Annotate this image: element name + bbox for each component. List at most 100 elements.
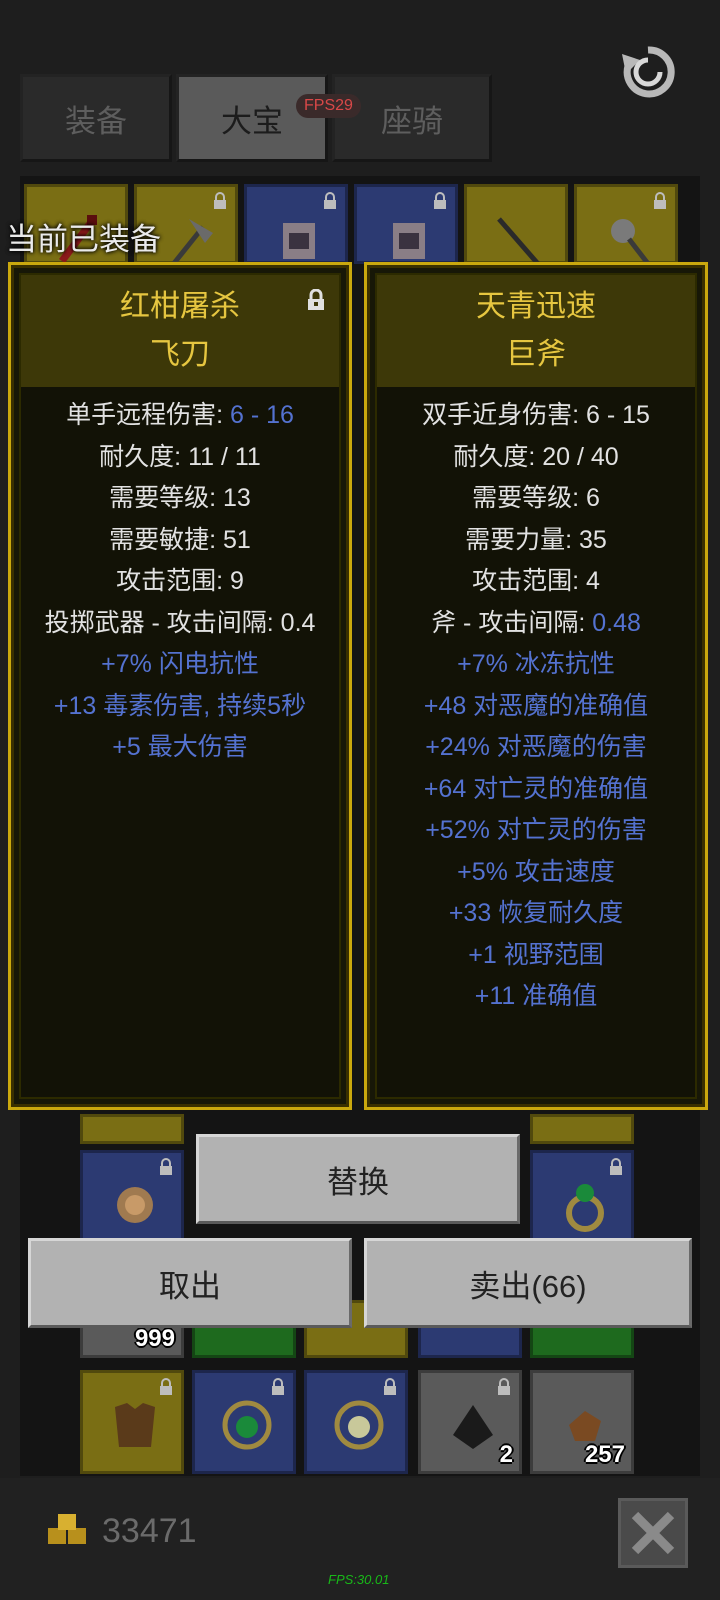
stat-line: 需要力量: 35 — [377, 520, 695, 562]
inventory-slot[interactable] — [192, 1370, 296, 1474]
gold-amount: 33471 — [102, 1512, 197, 1550]
stat-label: +7% 冰冻抗性 — [457, 650, 615, 678]
stat-line: 单手远程伤害: 6 - 16 — [21, 395, 339, 437]
inventory-slot[interactable] — [80, 1370, 184, 1474]
inventory-slot[interactable] — [304, 1370, 408, 1474]
stat-line: +33 恢复耐久度 — [377, 893, 695, 935]
lock-icon — [324, 192, 336, 209]
tab-equipment[interactable]: 装备 — [20, 74, 172, 162]
amulet-icon — [334, 1400, 384, 1450]
stat-line: 需要敏捷: 51 — [21, 520, 339, 562]
lock-icon[interactable] — [305, 289, 327, 311]
stat-label: 耐久度: 20 / 40 — [453, 442, 619, 471]
tooltip-body: 天青迅速 巨斧 双手近身伤害: 6 - 15 耐久度: 20 / 40 需要等级: … — [375, 273, 697, 1099]
inventory-slot[interactable] — [530, 1114, 634, 1144]
equipped-label: 当前已装备 — [6, 222, 161, 257]
stat-line: +1 视野范围 — [377, 935, 695, 977]
stat-label: 需要等级: 6 — [472, 484, 600, 512]
stat-label: 攻击范围: 9 — [116, 567, 244, 595]
take-out-button[interactable]: 取出 — [28, 1238, 352, 1328]
stat-line: +5 最大伤害 — [21, 727, 339, 769]
stat-line: +52% 对亡灵的伤害 — [377, 810, 695, 852]
stat-line: 耐久度: 20 / 40 — [377, 437, 695, 479]
lock-icon — [434, 192, 446, 209]
stat-label: 需要敏捷: 51 — [109, 525, 251, 554]
mace-icon — [611, 219, 651, 267]
stat-label: 双手近身伤害: 6 - 15 — [422, 401, 650, 429]
sell-button[interactable]: 卖出(66) — [364, 1238, 692, 1328]
lock-icon — [160, 1158, 172, 1175]
stat-line: 需要等级: 6 — [377, 478, 695, 520]
helmet-icon — [283, 223, 315, 259]
inventory-slot[interactable] — [464, 184, 568, 267]
refresh-icon[interactable] — [620, 44, 676, 100]
stat-line: 投掷武器 - 攻击间隔: 0.4 — [21, 603, 339, 645]
stat-label: 斧 - 攻击间隔: — [431, 608, 593, 637]
stat-line: 需要等级: 13 — [21, 478, 339, 520]
stat-value: 0.48 — [592, 608, 641, 637]
stat-line: 耐久度: 11 / 11 — [21, 437, 339, 479]
stat-label: 攻击范围: 4 — [472, 567, 600, 595]
inventory-slot[interactable]: 257 — [530, 1370, 634, 1474]
inventory-slot[interactable]: 2 — [418, 1370, 522, 1474]
coal-icon — [453, 1405, 493, 1449]
tab-mount[interactable]: 座骑 — [332, 74, 492, 162]
item-header: 红柑屠杀 飞刀 — [21, 275, 339, 387]
item-stats: 单手远程伤害: 6 - 16 耐久度: 11 / 11 需要等级: 13 需要敏捷: … — [21, 395, 339, 769]
stat-value: 6 - 16 — [229, 401, 294, 429]
fps-badge: FPS29 — [296, 94, 361, 118]
tooltip-body: 红柑屠杀 飞刀 单手远程伤害: 6 - 16 耐久度: 11 / 11 需要等级: … — [19, 273, 341, 1099]
inventory-slot[interactable] — [80, 1114, 184, 1144]
stat-label: 需要力量: 35 — [465, 525, 607, 554]
stat-label: +64 对亡灵的准确值 — [423, 774, 649, 803]
item-type: 飞刀 — [150, 338, 210, 371]
stat-line: +5% 攻击速度 — [377, 852, 695, 894]
stat-line: +64 对亡灵的准确值 — [377, 769, 695, 811]
stat-line: +13 毒素伤害, 持续5秒 — [21, 686, 339, 728]
stat-line: 斧 - 攻击间隔: 0.48 — [377, 603, 695, 645]
stat-line: +24% 对恶魔的伤害 — [377, 727, 695, 769]
inventory-slot[interactable] — [354, 184, 458, 264]
bread-icon — [117, 1187, 153, 1223]
stat-label: 投掷武器 - 攻击间隔: 0.4 — [44, 608, 316, 637]
stack-count: 2 — [499, 1441, 513, 1468]
tab-treasure[interactable]: 大宝 — [176, 74, 328, 162]
lock-icon — [610, 1158, 622, 1175]
stack-count: 999 — [134, 1325, 175, 1352]
stat-label: 需要等级: 13 — [109, 484, 251, 512]
stat-label: +11 准确值 — [474, 982, 598, 1010]
stat-label: +5 最大伤害 — [112, 733, 248, 761]
inventory-slot[interactable] — [244, 184, 348, 264]
stat-label: +13 毒素伤害, 持续5秒 — [53, 691, 307, 720]
stat-label: +33 恢复耐久度 — [448, 899, 624, 927]
stat-label: 耐久度: 11 / 11 — [99, 442, 261, 471]
stat-label: +7% 闪电抗性 — [101, 650, 259, 678]
item-stats: 双手近身伤害: 6 - 15 耐久度: 20 / 40 需要等级: 6 需要力量: 3… — [377, 395, 695, 1018]
gold-coins-icon — [48, 1514, 86, 1544]
item-name: 天青迅速 — [476, 290, 596, 323]
close-button[interactable] — [618, 1498, 688, 1568]
item-name: 红柑屠杀 — [120, 290, 240, 323]
fps-counter: FPS:30.01 — [328, 1572, 390, 1587]
ring-icon — [566, 1184, 604, 1232]
stat-line: +7% 冰冻抗性 — [377, 644, 695, 686]
stat-line: +48 对恶魔的准确值 — [377, 686, 695, 728]
armor-icon — [115, 1403, 155, 1447]
inventory-slot[interactable] — [574, 184, 678, 267]
amulet-icon — [222, 1400, 272, 1450]
lock-icon — [384, 1378, 396, 1395]
lock-icon — [214, 192, 226, 209]
stat-label: +1 视野范围 — [468, 940, 604, 969]
lock-icon — [272, 1378, 284, 1395]
stat-line: +11 准确值 — [377, 976, 695, 1018]
stat-label: +5% 攻击速度 — [457, 857, 615, 886]
stat-line: 攻击范围: 9 — [21, 561, 339, 603]
lock-icon — [498, 1378, 510, 1395]
spear-icon — [497, 217, 541, 267]
stat-label: +52% 对亡灵的伤害 — [425, 816, 647, 844]
item-type: 巨斧 — [506, 338, 566, 371]
stat-label: 单手远程伤害: — [66, 401, 230, 429]
close-icon — [631, 1511, 675, 1555]
stat-label: +48 对恶魔的准确值 — [423, 691, 649, 720]
replace-button[interactable]: 替换 — [196, 1134, 520, 1224]
